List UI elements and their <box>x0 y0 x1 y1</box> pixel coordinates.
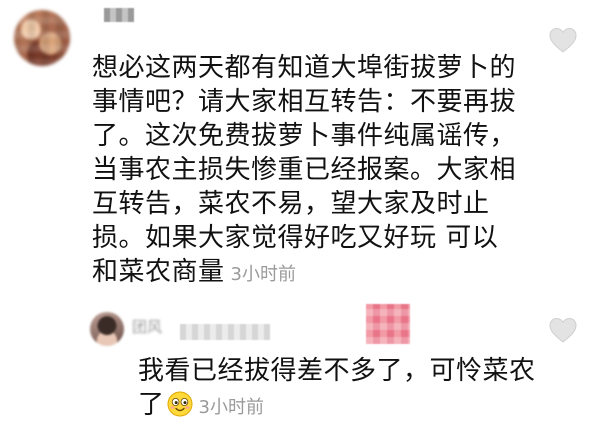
commenter-name-redacted <box>104 8 134 22</box>
reply-target-redacted <box>180 324 270 340</box>
reply-text: 我看已经拔得差不多了，可怜菜农了 <box>138 356 536 420</box>
comment-time: 3小时前 <box>230 264 296 285</box>
comment-body: 想必这两天都有知道大埠街拔萝卜的事情吧？请大家相互转告：不要再拔了。这次免费拔萝… <box>92 51 522 292</box>
heart-outline-icon[interactable] <box>548 316 578 344</box>
commenter-avatar[interactable] <box>14 10 70 66</box>
replier-name[interactable]: 团风 <box>132 316 162 337</box>
replier-avatar[interactable] <box>90 312 124 346</box>
reply-body: 我看已经拔得差不多了，可怜菜农了 3小时前 <box>138 354 538 425</box>
reply-time: 3小时前 <box>198 397 264 418</box>
smiling-face-emoji-icon <box>167 391 193 417</box>
heart-outline-icon[interactable] <box>548 26 578 54</box>
comment-text: 想必这两天都有知道大埠街拔萝卜的事情吧？请大家相互转告：不要再拔了。这次免费拔萝… <box>92 53 517 287</box>
comment-thread: 想必这两天都有知道大埠街拔萝卜的事情吧？请大家相互转告：不要再拔了。这次免费拔萝… <box>0 0 600 429</box>
reply-sticker-redacted <box>366 304 410 344</box>
